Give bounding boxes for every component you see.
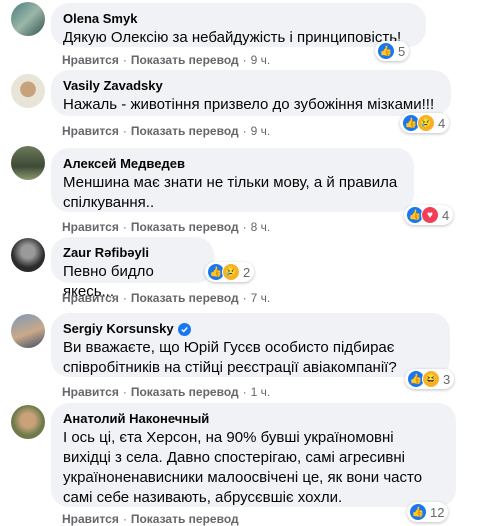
like-link[interactable]: Нравится [62,385,119,399]
comment-time[interactable]: 1 ч. [251,385,271,399]
comment-author[interactable]: Olena Smyk [63,11,414,27]
reactions-summary[interactable]: 👍 😆 3 [405,369,455,389]
comment-text: Нажаль - животіння призвело до зубожіння… [63,96,435,113]
like-link[interactable]: Нравится [62,53,119,67]
verified-badge-icon [177,322,191,336]
avatar[interactable] [11,74,45,108]
comment-bubble: Vasily Zavadsky Нажаль - животіння призв… [51,70,451,116]
like-link[interactable]: Нравится [62,124,119,138]
comment-bubble: Olena Smyk Дякую Олексію за небайдужість… [51,3,426,47]
comment-bubble: Анатолий Наконечный І ось ці, єта Херсон… [51,403,456,507]
like-link[interactable]: Нравится [62,512,119,526]
comment-bubble: Sergiy Korsunsky Ви вважаєте, що Юрій Гу… [51,313,450,377]
show-translation-link[interactable]: Показать перевод [131,220,239,234]
comment-time[interactable]: 7 ч. [251,291,271,305]
like-link[interactable]: Нравится [62,291,119,305]
comment-author[interactable]: Анатолий Наконечный [63,411,444,427]
comment-author[interactable]: Zaur Rəfibəyli [63,245,202,261]
reaction-count: 3 [443,371,451,387]
show-translation-link[interactable]: Показать перевод [131,291,239,305]
reaction-count: 4 [438,115,446,131]
reaction-count: 2 [243,264,251,280]
sad-reaction-icon: 😢 [222,263,240,281]
comment-time[interactable]: 9 ч. [251,124,271,138]
comment-time[interactable]: 9 ч. [251,53,271,67]
comment-actions: Нравится · Показать перевод · 7 ч. [62,291,271,305]
like-link[interactable]: Нравится [62,220,119,234]
show-translation-link[interactable]: Показать перевод [131,385,239,399]
show-translation-link[interactable]: Показать перевод [131,512,239,526]
reactions-summary[interactable]: 👍 12 [407,502,449,522]
reactions-summary[interactable]: 👍 😢 2 [205,262,255,282]
comment-author[interactable]: Sergiy Korsunsky [63,321,438,337]
comment-text: Ви вважаєте, що Юрій Гусєв особисто підб… [63,339,397,376]
comment-author-name[interactable]: Sergiy Korsunsky [63,321,174,337]
sad-reaction-icon: 😢 [417,114,435,132]
avatar[interactable] [11,146,45,180]
comment-bubble: Алексей Медведев Меншина має знати не ті… [51,148,414,212]
comment-time[interactable]: 8 ч. [251,220,271,234]
comment-text: Меншина має знати не тільки мову, а й пр… [63,174,398,211]
reaction-count: 12 [430,504,445,520]
comment-author[interactable]: Алексей Медведев [63,156,402,172]
reactions-summary[interactable]: 👍 😢 4 [400,113,450,133]
comment-actions: Нравится · Показать перевод [62,512,239,526]
avatar[interactable] [11,238,45,272]
like-reaction-icon: 👍 [377,42,395,60]
comment-actions: Нравится · Показать перевод · 1 ч. [62,385,271,399]
avatar[interactable] [11,314,45,348]
comment-actions: Нравится · Показать перевод · 9 ч. [62,124,271,138]
reaction-count: 4 [442,207,450,223]
comment-author[interactable]: Vasily Zavadsky [63,78,439,94]
show-translation-link[interactable]: Показать перевод [131,124,239,138]
reactions-summary[interactable]: 👍 ♥ 4 [404,205,454,225]
comment-actions: Нравится · Показать перевод · 8 ч. [62,220,271,234]
reaction-count: 5 [398,43,406,59]
avatar[interactable] [11,405,45,439]
comment-bubble: Zaur Rəfibəyli Певно бидло якесь... [51,237,214,300]
like-reaction-icon: 👍 [409,503,427,521]
comment-actions: Нравится · Показать перевод · 9 ч. [62,53,271,67]
love-reaction-icon: ♥ [421,206,439,224]
comment-text: Дякую Олексію за небайдужість і принципо… [63,29,402,46]
avatar[interactable] [11,2,45,36]
comment-text: І ось ці, єта Херсон, на 90% бувші украї… [63,429,423,506]
haha-reaction-icon: 😆 [422,370,440,388]
show-translation-link[interactable]: Показать перевод [131,53,239,67]
reactions-summary[interactable]: 👍 5 [375,41,410,61]
